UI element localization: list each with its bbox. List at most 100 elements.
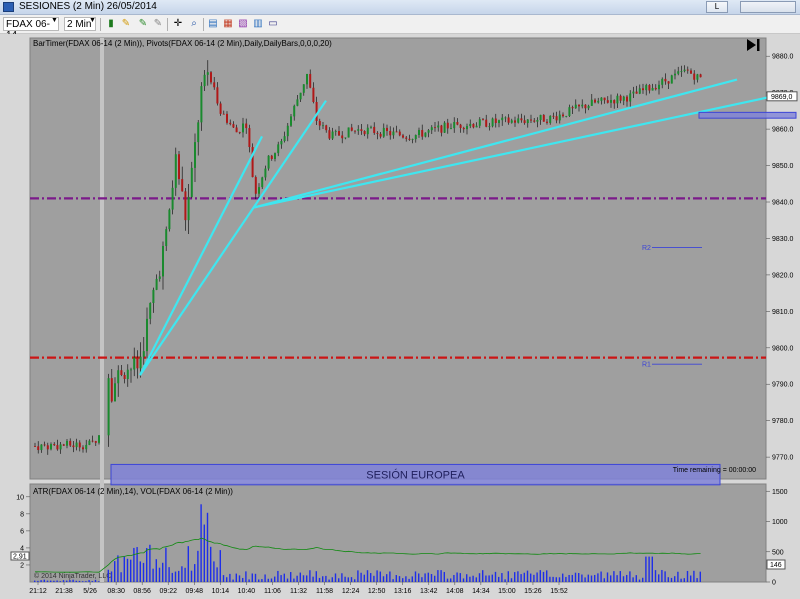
candle-body [43, 444, 46, 446]
eraser-icon[interactable]: ✎ [152, 18, 164, 30]
candle-body [168, 209, 171, 230]
strategies-icon[interactable]: ▧ [237, 18, 249, 30]
volume-bar [152, 568, 154, 582]
candle-body [392, 131, 395, 136]
volume-bar [642, 577, 644, 582]
toolbar-separator [100, 18, 101, 31]
candle-body [270, 155, 273, 159]
candle-body [472, 123, 475, 128]
chevron-down-icon[interactable]: ▼ [51, 17, 58, 24]
atr-tick-label: 8 [20, 511, 24, 518]
candle-body [312, 87, 315, 102]
volume-bar [126, 558, 129, 582]
candle-body [382, 127, 385, 137]
time-tick-label: 5/26 [83, 588, 97, 595]
volume-bar [149, 544, 151, 582]
volume-bar [446, 578, 449, 582]
candle-body [533, 120, 536, 122]
volume-bar [597, 573, 599, 582]
candle-body [450, 128, 452, 129]
volume-bar [578, 573, 580, 582]
pencil-icon[interactable]: ✎ [120, 18, 132, 30]
volume-bar [514, 572, 516, 582]
candle-body [446, 122, 449, 129]
candle-body [597, 100, 600, 103]
candle-body [242, 123, 244, 133]
candle-body [581, 104, 584, 107]
window-controls[interactable] [740, 1, 796, 13]
session-label: SESIÓN EUROPEA [366, 469, 465, 482]
candle-body [530, 119, 532, 121]
time-tick-label: 14:34 [472, 588, 490, 595]
volume-bar [530, 573, 532, 582]
candle-body [539, 114, 542, 121]
templates-icon[interactable]: ▭ [267, 18, 279, 30]
volume-bar [184, 567, 186, 582]
candle-body [542, 114, 545, 122]
volume-bar [229, 573, 231, 582]
volume-bar [72, 579, 74, 582]
restore-button[interactable]: L [706, 1, 728, 13]
volume-bar [430, 574, 433, 582]
candle-body [488, 126, 491, 128]
candle-body [210, 72, 212, 83]
candle-body [152, 289, 155, 304]
volume-bar [504, 579, 506, 582]
volume-bar [536, 572, 538, 582]
volume-bar [443, 571, 445, 582]
volume-bar [427, 572, 429, 582]
candle-body [699, 74, 702, 78]
time-tick-label: 10:40 [238, 588, 256, 595]
bar-chart-icon[interactable]: ▮ [105, 18, 117, 30]
volume-bar [587, 574, 589, 582]
price-chart[interactable]: 9770.0 9780.0 9790.0 9800.0 9810.0 9820.0 9830… [0, 34, 800, 599]
indicators-icon[interactable]: ▦ [222, 18, 234, 30]
volume-bar [389, 571, 391, 582]
price-tick-label: 9780.0 [772, 418, 794, 425]
volume-bar [219, 550, 221, 582]
crosshair-icon[interactable]: ✛ [172, 18, 184, 30]
volume-bar [510, 578, 513, 582]
candle-body [331, 131, 334, 139]
candle-body [194, 142, 196, 168]
properties-icon[interactable]: ▤ [207, 18, 219, 30]
candle-body [485, 119, 488, 127]
volume-bar [408, 578, 410, 582]
chevron-down-icon[interactable]: ▼ [89, 17, 96, 24]
candle-body [482, 119, 484, 121]
candle-body [645, 85, 648, 91]
candle-body [616, 95, 619, 104]
volume-bar [206, 512, 209, 582]
time-tick-label: 13:42 [420, 588, 438, 595]
candle-body [261, 177, 264, 188]
volume-bar [418, 573, 420, 582]
volume-bar [296, 575, 298, 582]
volume-bar [498, 576, 500, 582]
candle-body [216, 87, 219, 104]
volume-bar [334, 573, 337, 582]
candle-body [110, 378, 113, 402]
resistance-zone[interactable] [698, 111, 797, 119]
time-remaining-label: Time remaining = 00:00:00 [673, 467, 756, 474]
candle-body [190, 167, 193, 197]
candle-body [517, 118, 520, 123]
zoom-icon[interactable]: ⌕ [188, 18, 200, 30]
candle-body [226, 113, 228, 123]
candle-body [184, 191, 187, 221]
volume-bar [613, 571, 615, 582]
volume-bar [293, 578, 295, 582]
chart-toolbar: FDAX 06-14 ▼ 2 Min ▼ ▮ ✎ ✎ ✎ ✛ ⌕ ▤ ▦ ▧ ▥… [0, 15, 800, 41]
candle-body [475, 125, 478, 128]
candle-body [69, 440, 72, 446]
candle-body [360, 129, 363, 132]
volume-bar [139, 561, 141, 582]
volume-bar [386, 574, 388, 582]
volume-bar [462, 578, 465, 582]
data-box-icon[interactable]: ▥ [252, 18, 264, 30]
volume-bar [645, 556, 647, 582]
volume-bar [341, 573, 343, 582]
draw-tool-icon[interactable]: ✎ [137, 18, 149, 30]
time-axis: 21:12 21:38 5/26 08:30 08:56 09:22 09:48 10:14 1… [29, 582, 568, 595]
candle-body [344, 137, 347, 139]
candle-body [549, 115, 552, 123]
